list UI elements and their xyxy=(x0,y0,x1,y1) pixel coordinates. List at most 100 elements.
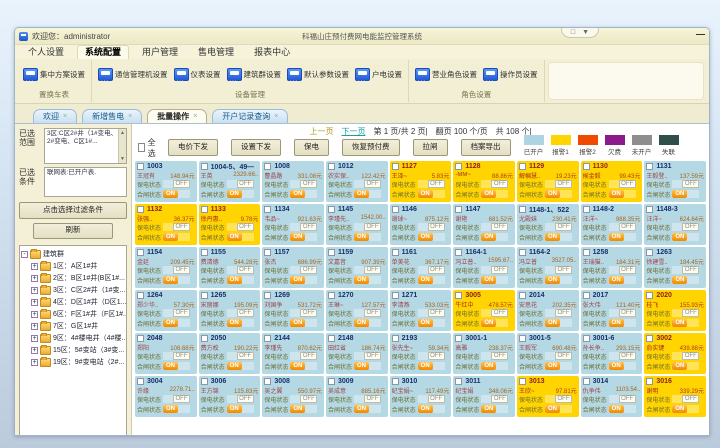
protect-toggle[interactable]: OFF xyxy=(290,266,317,274)
card-checkbox[interactable] xyxy=(519,249,526,256)
condition-input[interactable]: 联网表:已开户表. xyxy=(44,167,127,197)
protect-toggle[interactable]: OFF xyxy=(545,352,572,360)
range-input[interactable]: 3区:C区2#井（1#变电、2#变电、C区1#... ▲▼ xyxy=(44,128,127,164)
tab-1[interactable]: 新增售电× xyxy=(82,109,142,123)
switch-toggle[interactable]: ON xyxy=(481,405,508,413)
switch-toggle[interactable]: ON xyxy=(545,233,572,241)
card-checkbox[interactable] xyxy=(583,378,590,385)
next-page-link[interactable]: 下一页 xyxy=(342,126,366,137)
protect-toggle[interactable]: OFF xyxy=(163,395,190,403)
card-checkbox[interactable] xyxy=(646,378,653,385)
card-checkbox[interactable] xyxy=(392,163,399,170)
meter-card[interactable]: 3004许缘2278.71..保电状态OFF合闸状态ON xyxy=(135,376,197,417)
meter-card[interactable]: 2144李瑾先870.62元保电状态OFF合闸状态ON xyxy=(262,333,324,374)
switch-toggle[interactable]: ON xyxy=(609,405,636,413)
expand-icon[interactable]: + xyxy=(31,263,38,270)
meter-card[interactable]: 1269刘国争531.72元保电状态OFF合闸状态ON xyxy=(262,290,324,331)
toolbar-button-1[interactable]: 设置下发 xyxy=(231,139,281,156)
toolbar-button-5[interactable]: 档案导出 xyxy=(461,139,511,156)
close-icon[interactable]: × xyxy=(63,111,67,122)
select-all-checkbox[interactable] xyxy=(138,143,145,152)
meter-card[interactable]: 1263徐建雪..184.45元保电状态OFF合闸状态ON xyxy=(644,247,706,288)
switch-toggle[interactable]: ON xyxy=(609,190,636,198)
protect-toggle[interactable]: OFF xyxy=(418,309,445,317)
meter-card[interactable]: 3013王欣~97.81元保电状态OFF合闸状态ON xyxy=(517,376,579,417)
card-checkbox[interactable] xyxy=(137,163,144,170)
switch-toggle[interactable]: ON xyxy=(609,233,636,241)
card-checkbox[interactable] xyxy=(264,335,271,342)
card-checkbox[interactable] xyxy=(137,249,144,256)
meter-card[interactable]: 1127王泽~5.83元保电状态OFF合闸状态ON xyxy=(390,161,452,202)
switch-toggle[interactable]: ON xyxy=(163,362,190,370)
close-icon[interactable]: × xyxy=(274,111,278,122)
toolbar-button-2[interactable]: 保电 xyxy=(294,139,329,156)
meter-card[interactable]: 2193张先生~59.34元保电状态OFF合闸状态ON xyxy=(390,333,452,374)
protect-toggle[interactable]: OFF xyxy=(227,352,254,360)
card-checkbox[interactable] xyxy=(519,206,526,213)
switch-toggle[interactable]: ON xyxy=(672,190,699,198)
restore-icon[interactable]: □ xyxy=(571,29,575,36)
protect-toggle[interactable]: OFF xyxy=(418,352,445,360)
meter-card[interactable]: 1159文嘉音907.39元保电状态OFF合闸状态ON xyxy=(326,247,388,288)
tree-item-6[interactable]: +9区：4#楼电井（4#楼... xyxy=(21,332,125,344)
meter-card[interactable]: 3001-6孙长争..293.15元保电状态OFF合闸状态ON xyxy=(581,333,643,374)
switch-toggle[interactable]: ON xyxy=(354,233,381,241)
switch-toggle[interactable]: ON xyxy=(418,405,445,413)
tree-item-7[interactable]: +15区：5#变站（3#变... xyxy=(21,344,125,356)
card-checkbox[interactable] xyxy=(646,206,653,213)
meter-card[interactable]: 1130候金毅99.43元保电状态OFF合闸状态ON xyxy=(581,161,643,202)
toolbar-button-3[interactable]: 恢复预付费 xyxy=(342,139,400,156)
card-checkbox[interactable] xyxy=(583,163,590,170)
switch-toggle[interactable]: ON xyxy=(227,276,254,284)
protect-toggle[interactable]: OFF xyxy=(354,266,381,274)
card-checkbox[interactable] xyxy=(328,206,335,213)
scroll-down-icon[interactable]: ▼ xyxy=(120,155,125,163)
meter-card[interactable]: 3014仇争伟1103.54..保电状态OFF合闸状态ON xyxy=(581,376,643,417)
protect-toggle[interactable]: OFF xyxy=(481,223,508,231)
switch-toggle[interactable]: ON xyxy=(418,276,445,284)
card-checkbox[interactable] xyxy=(328,378,335,385)
switch-toggle[interactable]: ON xyxy=(290,362,317,370)
meter-card[interactable]: 1258王瑞猫..184.31元保电状态OFF合闸状态ON xyxy=(581,247,643,288)
meter-card[interactable]: 1157张杰686.99元保电状态OFF合闸状态ON xyxy=(262,247,324,288)
card-checkbox[interactable] xyxy=(201,206,208,213)
protect-toggle[interactable]: OFF xyxy=(418,180,445,188)
tab-0[interactable]: 欢迎× xyxy=(33,109,77,123)
switch-toggle[interactable]: ON xyxy=(227,190,254,198)
meter-card[interactable]: 3001-5王毅军690.48元保电状态OFF合闸状态ON xyxy=(517,333,579,374)
toolbar-button-0[interactable]: 电价下发 xyxy=(168,139,218,156)
protect-toggle[interactable]: OFF xyxy=(609,309,636,317)
protect-toggle[interactable]: OFF xyxy=(609,352,636,360)
card-checkbox[interactable] xyxy=(455,378,462,385)
switch-toggle[interactable]: ON xyxy=(672,405,699,413)
protect-toggle[interactable]: OFF xyxy=(545,223,572,231)
meter-card[interactable]: 1270王琳~127.57元保电状态OFF合闸状态ON xyxy=(326,290,388,331)
card-checkbox[interactable] xyxy=(201,163,208,170)
switch-toggle[interactable]: ON xyxy=(609,276,636,284)
tab-2[interactable]: 批量操作× xyxy=(147,109,207,123)
switch-toggle[interactable]: ON xyxy=(354,405,381,413)
expand-icon[interactable]: + xyxy=(31,335,38,342)
protect-toggle[interactable]: OFF xyxy=(290,352,317,360)
expand-icon[interactable]: + xyxy=(31,347,38,354)
menu-item-0[interactable]: 个人设置 xyxy=(21,46,71,59)
protect-toggle[interactable]: OFF xyxy=(672,223,699,231)
protect-toggle[interactable]: OFF xyxy=(227,180,254,188)
switch-toggle[interactable]: ON xyxy=(481,319,508,327)
meter-card[interactable]: 3008吴之翼550.97元保电状态OFF合闸状态ON xyxy=(262,376,324,417)
switch-toggle[interactable]: ON xyxy=(545,190,572,198)
meter-card[interactable]: 1155费清德544.28元保电状态OFF合闸状态ON xyxy=(199,247,261,288)
switch-toggle[interactable]: ON xyxy=(481,276,508,284)
card-checkbox[interactable] xyxy=(137,378,144,385)
meter-card[interactable]: 2050费方枚190.22元保电状态OFF合闸状态ON xyxy=(199,333,261,374)
card-checkbox[interactable] xyxy=(201,292,208,299)
switch-toggle[interactable]: ON xyxy=(418,319,445,327)
protect-toggle[interactable]: OFF xyxy=(354,395,381,403)
ribbon-button[interactable]: 通信管理机设置 xyxy=(95,68,171,81)
switch-toggle[interactable]: ON xyxy=(163,276,190,284)
card-checkbox[interactable] xyxy=(328,292,335,299)
menu-item-3[interactable]: 售电管理 xyxy=(191,46,241,59)
meter-card[interactable]: 1134韦品~921.63元保电状态OFF合闸状态ON xyxy=(262,204,324,245)
switch-toggle[interactable]: ON xyxy=(290,405,317,413)
card-checkbox[interactable] xyxy=(137,335,144,342)
